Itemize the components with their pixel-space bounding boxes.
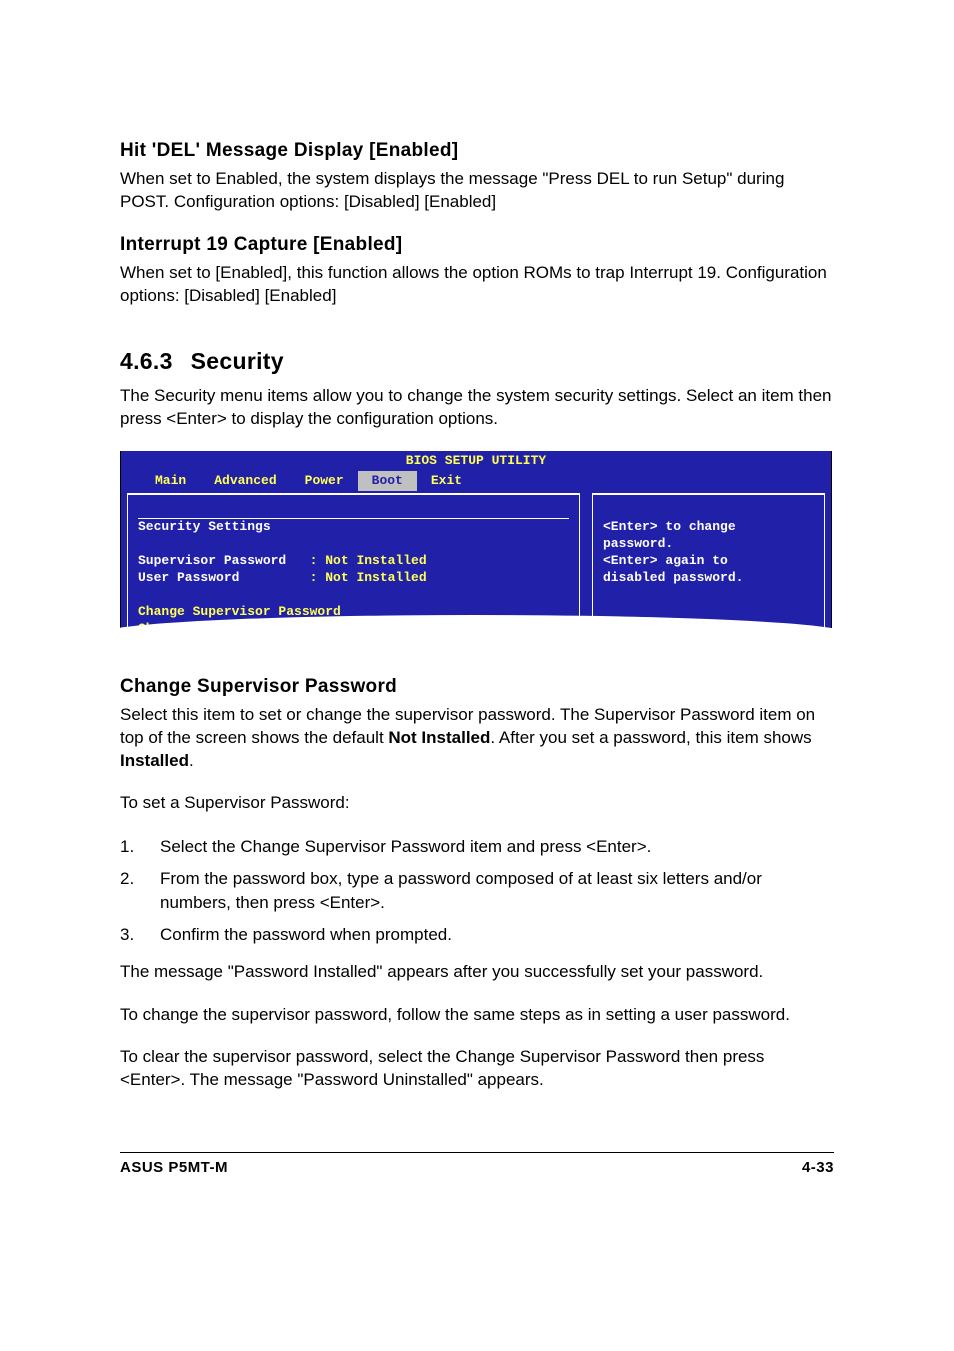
bios-right-inner: <Enter> to change password. <Enter> agai… xyxy=(592,493,825,634)
bios-title-bar: BIOS SETUP UTILITY xyxy=(121,451,831,471)
bios-right-panel: <Enter> to change password. <Enter> agai… xyxy=(586,491,831,636)
text-run-1e: . xyxy=(189,751,194,770)
bios-help-line1: <Enter> to change xyxy=(603,519,736,534)
bios-security-settings-heading: Security Settings xyxy=(138,518,569,535)
bios-menu-power[interactable]: Power xyxy=(291,471,358,491)
bios-screenshot-wrap: BIOS SETUP UTILITY Main Advanced Power B… xyxy=(120,451,830,636)
bios-help-line4: disabled password. xyxy=(603,570,743,585)
text-not-installed: Not Installed xyxy=(388,728,490,747)
bios-left-inner: Security Settings Supervisor Password : … xyxy=(127,493,580,634)
bios-supervisor-label: Supervisor Password xyxy=(138,553,286,568)
bios-screenshot: BIOS SETUP UTILITY Main Advanced Power B… xyxy=(120,451,832,636)
bios-menu-bar: Main Advanced Power Boot Exit xyxy=(121,471,831,491)
footer-product: ASUS P5MT-M xyxy=(120,1159,228,1176)
footer-page-number: 4-33 xyxy=(802,1159,834,1176)
bios-help-line2: password. xyxy=(603,536,673,551)
bios-supervisor-value: : Not Installed xyxy=(310,553,427,568)
section-number: 4.6.3 xyxy=(120,348,173,375)
para-change-sup-1: Select this item to set or change the su… xyxy=(120,704,834,773)
steps-list: Select the Change Supervisor Password it… xyxy=(120,835,834,946)
para-to-clear: To clear the supervisor password, select… xyxy=(120,1046,834,1092)
para-interrupt: When set to [Enabled], this function all… xyxy=(120,262,834,308)
bios-user-value: : Not Installed xyxy=(310,570,427,585)
para-to-set: To set a Supervisor Password: xyxy=(120,792,834,815)
para-hit-del: When set to Enabled, the system displays… xyxy=(120,168,834,214)
para-after-set: The message "Password Installed" appears… xyxy=(120,961,834,984)
step-3: Confirm the password when prompted. xyxy=(120,923,834,947)
text-installed: Installed xyxy=(120,751,189,770)
bios-menu-main[interactable]: Main xyxy=(141,471,200,491)
heading-hit-del: Hit 'DEL' Message Display [Enabled] xyxy=(120,140,834,162)
step-1: Select the Change Supervisor Password it… xyxy=(120,835,834,859)
para-security-intro: The Security menu items allow you to cha… xyxy=(120,385,834,431)
heading-interrupt: Interrupt 19 Capture [Enabled] xyxy=(120,234,834,256)
bios-help-line3: <Enter> again to xyxy=(603,553,728,568)
bios-menu-exit[interactable]: Exit xyxy=(417,471,476,491)
step-2: From the password box, type a password c… xyxy=(120,867,834,915)
section-heading-security: 4.6.3 Security xyxy=(120,348,834,375)
page-container: Hit 'DEL' Message Display [Enabled] When… xyxy=(0,0,954,1216)
page-footer: ASUS P5MT-M 4-33 xyxy=(120,1152,834,1176)
bios-menu-boot[interactable]: Boot xyxy=(358,471,417,491)
bios-menu-advanced[interactable]: Advanced xyxy=(200,471,290,491)
bios-user-label: User Password xyxy=(138,570,239,585)
text-run-1c: . After you set a password, this item sh… xyxy=(490,728,811,747)
section-title-text: Security xyxy=(191,348,284,374)
para-to-change: To change the supervisor password, follo… xyxy=(120,1004,834,1027)
heading-change-supervisor: Change Supervisor Password xyxy=(120,676,834,698)
